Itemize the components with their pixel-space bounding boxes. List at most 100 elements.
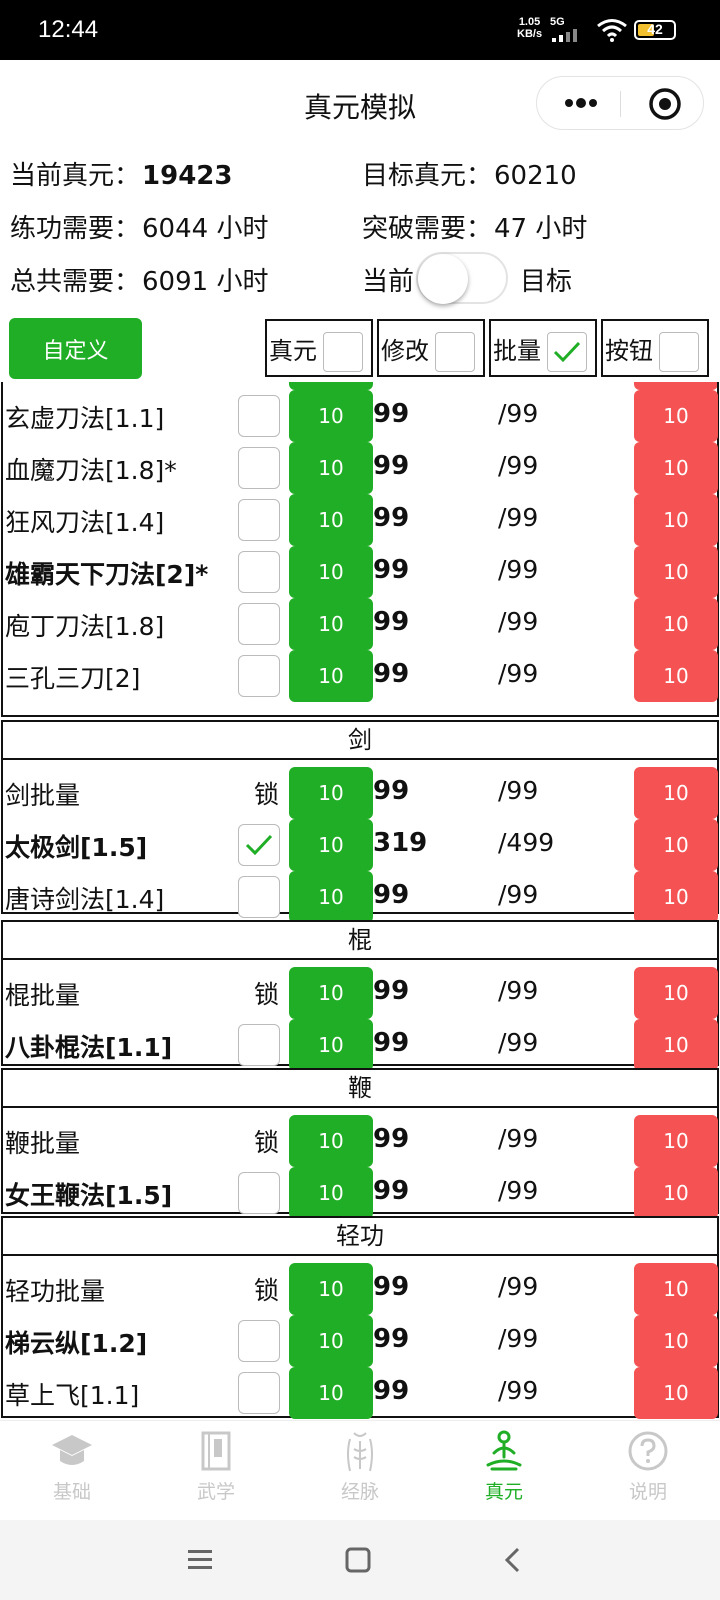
network-speed: 1.05 KB/s <box>517 16 543 40</box>
minus-button[interactable]: 10 <box>634 546 718 598</box>
plus-button[interactable]: 10 <box>289 1019 373 1071</box>
tab-help[interactable]: 说明 <box>576 1429 720 1517</box>
skill-checkbox[interactable] <box>238 1372 280 1414</box>
graduation-cap-icon <box>52 1435 92 1465</box>
tab-meridian[interactable]: 经脉 <box>288 1429 432 1517</box>
minus-button[interactable]: 10 <box>634 442 718 494</box>
list-item: 梯云纵[1.2] 10 99 /99 10 <box>0 1315 720 1367</box>
skill-checkbox[interactable] <box>238 395 280 437</box>
skill-list[interactable]: 玄虚刀法[1.1] 10 99 /99 10 血魔刀法[1.8]* 10 99 … <box>0 382 720 1474</box>
plus-button[interactable]: 10 <box>289 767 373 819</box>
option-batch[interactable]: 批量 <box>489 319 597 377</box>
lock-label[interactable]: 锁 <box>254 1123 279 1159</box>
skill-checkbox[interactable] <box>238 551 280 593</box>
lock-label[interactable]: 锁 <box>254 975 279 1011</box>
skill-checkbox[interactable] <box>238 499 280 541</box>
battery-icon: 42 <box>634 20 676 40</box>
lock-label[interactable]: 锁 <box>254 1271 279 1307</box>
menu-icon[interactable] <box>186 1548 214 1572</box>
minus-button[interactable]: 10 <box>634 1367 718 1419</box>
current-zhenyuan: 当前真元：19423 <box>10 161 233 191</box>
skill-checkbox[interactable] <box>238 603 280 645</box>
plus-button[interactable]: 10 <box>289 1167 373 1219</box>
list-item: 唐诗剑法[1.4] 10 99 /99 10 <box>0 871 720 923</box>
plus-button[interactable]: 10 <box>289 1115 373 1167</box>
section-header-staff: 棍 <box>1 920 719 960</box>
lock-label[interactable]: 锁 <box>254 775 279 811</box>
minus-button[interactable]: 10 <box>634 390 718 442</box>
option-modify[interactable]: 修改 <box>377 319 485 377</box>
minus-button[interactable]: 10 <box>634 1167 718 1219</box>
list-item: 雄霸天下刀法[2]* 10 99 /99 10 <box>0 546 720 598</box>
plus-button[interactable]: 10 <box>289 598 373 650</box>
plus-button[interactable]: 10 <box>289 442 373 494</box>
skill-checkbox[interactable] <box>238 1320 280 1362</box>
total-time: 总共需要：6091 小时 <box>10 267 269 297</box>
skill-checkbox[interactable] <box>238 655 280 697</box>
option-zhenyuan-checkbox[interactable] <box>323 332 363 372</box>
option-zhenyuan[interactable]: 真元 <box>265 319 373 377</box>
plus-button[interactable]: 10 <box>289 494 373 546</box>
minus-button[interactable]: 10 <box>634 1315 718 1367</box>
minus-button[interactable]: 10 <box>634 494 718 546</box>
list-item: 狂风刀法[1.4] 10 99 /99 10 <box>0 494 720 546</box>
home-icon[interactable] <box>344 1546 372 1574</box>
skill-checkbox[interactable] <box>238 447 280 489</box>
checkmark-icon <box>245 834 273 856</box>
system-navigation-bar <box>0 1520 720 1600</box>
list-item: 太极剑[1.5] 10 319 /499 10 <box>0 819 720 871</box>
mini-program-capsule <box>536 76 704 130</box>
custom-button[interactable]: 自定义 <box>9 318 142 379</box>
plus-button[interactable]: 10 <box>289 1315 373 1367</box>
option-buttons-checkbox[interactable] <box>659 332 699 372</box>
minus-button[interactable]: 10 <box>634 1263 718 1315</box>
plus-button[interactable]: 10 <box>289 1367 373 1419</box>
minus-button[interactable]: 10 <box>634 650 718 702</box>
skill-checkbox[interactable] <box>238 1024 280 1066</box>
plus-button[interactable]: 10 <box>289 967 373 1019</box>
list-item: 三孔三刀[2] 10 99 /99 10 <box>0 650 720 702</box>
skill-checkbox[interactable] <box>238 1172 280 1214</box>
status-time: 12:44 <box>38 16 99 43</box>
current-zhenyuan-value: 19423 <box>142 161 233 191</box>
tab-basic[interactable]: 基础 <box>0 1429 144 1517</box>
plus-button[interactable]: 10 <box>289 546 373 598</box>
list-item: 庖丁刀法[1.8] 10 99 /99 10 <box>0 598 720 650</box>
batch-row-staff: 棍批量 锁 10 99 /99 10 <box>0 967 720 1019</box>
skill-checkbox[interactable] <box>238 876 280 918</box>
batch-row-whip: 鞭批量 锁 10 99 /99 10 <box>0 1115 720 1167</box>
close-mini-program-icon[interactable] <box>648 87 682 121</box>
more-icon[interactable] <box>561 91 601 115</box>
list-item: 女王鞭法[1.5] 10 99 /99 10 <box>0 1167 720 1219</box>
toggle-left-label: 当前 <box>362 267 415 297</box>
list-item: 玄虚刀法[1.1] 10 99 /99 10 <box>0 390 720 442</box>
batch-row-qinggong: 轻功批量 锁 10 99 /99 10 <box>0 1263 720 1315</box>
skill-checkbox[interactable] <box>238 824 280 866</box>
tab-zhenyuan[interactable]: 真元 <box>432 1429 576 1517</box>
batch-row-sword: 剑批量 锁 10 99 /99 10 <box>0 767 720 819</box>
minus-button[interactable]: 10 <box>634 767 718 819</box>
minus-button[interactable]: 10 <box>634 1019 718 1071</box>
back-icon[interactable] <box>502 1546 522 1574</box>
plus-button[interactable]: 10 <box>289 650 373 702</box>
minus-button[interactable]: 10 <box>634 598 718 650</box>
option-buttons[interactable]: 按钮 <box>601 319 709 377</box>
plus-button[interactable]: 10 <box>289 819 373 871</box>
plus-button[interactable]: 10 <box>289 1263 373 1315</box>
minus-button[interactable]: 10 <box>634 819 718 871</box>
option-modify-checkbox[interactable] <box>435 332 475 372</box>
target-zhenyuan-value: 60210 <box>494 161 577 191</box>
list-item: 血魔刀法[1.8]* 10 99 /99 10 <box>0 442 720 494</box>
current-target-toggle[interactable] <box>416 252 508 304</box>
list-item: 八卦棍法[1.1] 10 99 /99 10 <box>0 1019 720 1071</box>
book-icon <box>201 1431 231 1471</box>
option-batch-checkbox[interactable] <box>547 332 587 372</box>
tab-martial[interactable]: 武学 <box>144 1429 288 1517</box>
minus-button[interactable]: 10 <box>634 871 718 923</box>
page: 真元模拟 当前真元：19423 目标真元：60210 练功需要：6044 小时 … <box>0 60 720 1520</box>
plus-button[interactable]: 10 <box>289 871 373 923</box>
plus-button[interactable]: 10 <box>289 390 373 442</box>
meditation-icon <box>486 1430 522 1471</box>
minus-button[interactable]: 10 <box>634 1115 718 1167</box>
minus-button[interactable]: 10 <box>634 967 718 1019</box>
